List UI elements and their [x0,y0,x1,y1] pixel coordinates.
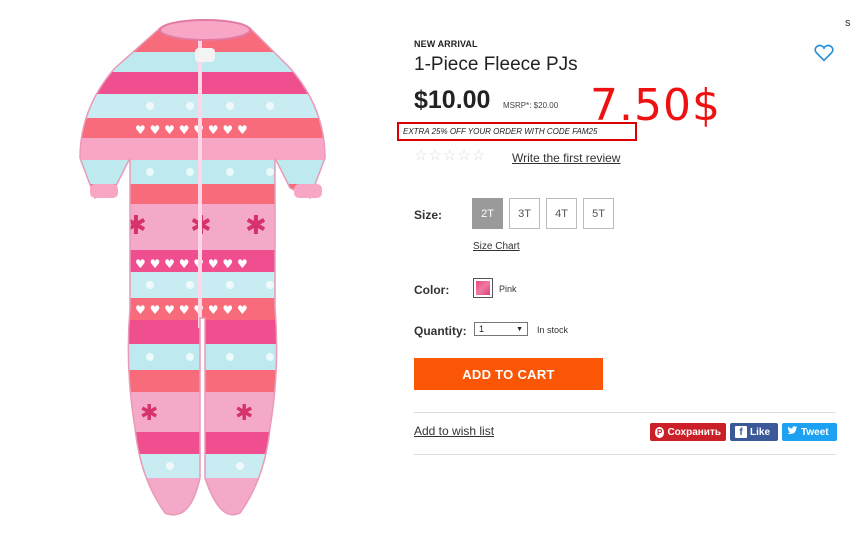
stock-status: In stock [537,325,569,335]
add-to-cart-button[interactable]: ADD TO CART [414,358,603,390]
pinterest-label: Сохранить [667,426,721,438]
star-icon: ☆ [428,147,442,164]
new-arrival-badge: NEW ARRIVAL [414,39,478,49]
pinterest-save-button[interactable]: P Сохранить [650,423,726,441]
size-chart-link[interactable]: Size Chart [473,241,520,252]
star-icon: ☆ [471,147,486,164]
size-option-5t[interactable]: 5T [583,198,614,229]
color-swatch-pink[interactable] [473,278,493,298]
size-options: 2T 3T 4T 5T [472,198,614,229]
svg-text:♥ ♥ ♥ ♥ ♥ ♥ ♥ ♥: ♥ ♥ ♥ ♥ ♥ ♥ ♥ ♥ [135,123,248,137]
size-option-4t[interactable]: 4T [546,198,577,229]
svg-text:♥ ♥ ♥ ♥ ♥ ♥ ♥ ♥: ♥ ♥ ♥ ♥ ♥ ♥ ♥ ♥ [135,257,248,271]
star-icon: ☆ [442,147,457,164]
star-icon: ☆ [414,147,428,164]
color-name: Pink [499,284,517,294]
quantity-value: 1 [479,324,485,334]
size-option-2t[interactable]: 2T [472,198,503,229]
quantity-label: Quantity: [414,324,467,338]
twitter-label: Tweet [801,426,829,438]
facebook-label: Like [750,426,771,438]
svg-text:♥ ♥ ♥ ♥ ♥ ♥ ♥ ♥: ♥ ♥ ♥ ♥ ♥ ♥ ♥ ♥ [135,303,248,317]
twitter-icon [787,426,798,438]
heart-icon[interactable] [814,44,834,62]
promo-text: EXTRA 25% OFF YOUR ORDER WITH CODE FAM25 [403,127,598,136]
chevron-down-icon: ▼ [516,325,523,333]
size-label: Size: [414,208,443,222]
star-icon: ☆ [457,147,471,164]
svg-text:✱: ✱ [245,211,267,241]
product-image: ✱ ✱ ✱ ✱ ✱ ♥ ♥ ♥ ♥ ♥ ♥ ♥ ♥ ♥ ♥ ♥ ♥ ♥ ♥ ♥ … [40,8,370,528]
svg-text:✱: ✱ [140,401,158,426]
facebook-like-button[interactable]: f Like [730,423,778,441]
corner-text: s [845,17,851,29]
product-title: 1-Piece Fleece PJs [414,54,578,75]
divider [414,454,836,455]
size-option-3t[interactable]: 3T [509,198,540,229]
svg-text:✱: ✱ [125,211,147,241]
write-review-link[interactable]: Write the first review [512,151,620,165]
product-price: $10.00 [414,86,491,114]
pinterest-icon: P [655,426,665,438]
promo-banner: EXTRA 25% OFF YOUR ORDER WITH CODE FAM25 [397,122,637,141]
rating-stars: ☆ ☆ ☆ ☆ ☆ [414,148,485,163]
add-to-wishlist-link[interactable]: Add to wish list [414,424,494,438]
twitter-tweet-button[interactable]: Tweet [782,423,837,441]
divider [414,412,836,413]
msrp-price: MSRP*: $20.00 [503,101,559,110]
facebook-icon: f [735,426,747,438]
color-label: Color: [414,283,450,297]
svg-text:✱: ✱ [235,401,253,426]
quantity-select[interactable]: 1 ▼ [474,322,528,336]
